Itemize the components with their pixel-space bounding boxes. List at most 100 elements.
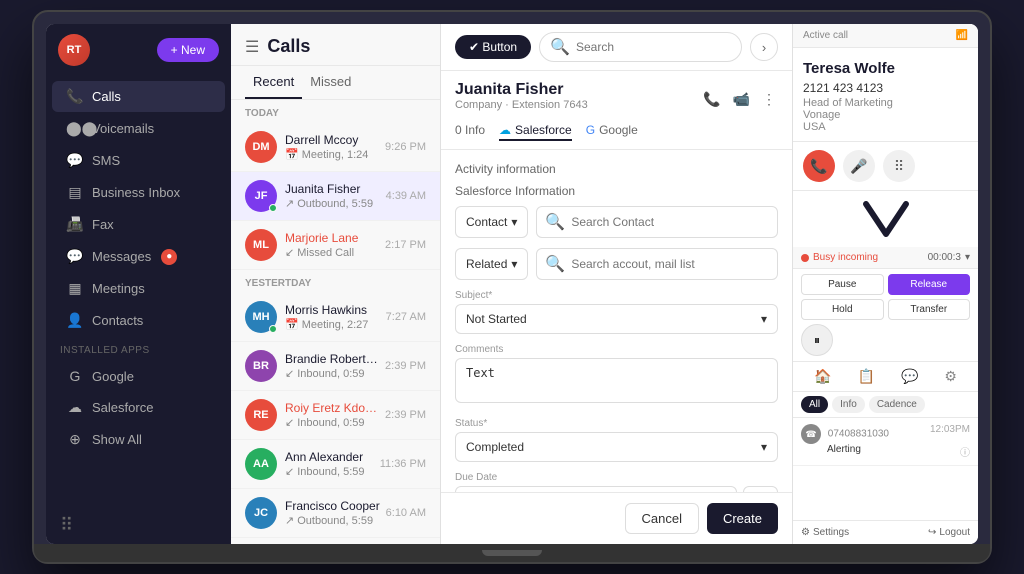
call-item[interactable]: JF Juanita Fisher ↗Outbound, 5:59 4:39 A… bbox=[231, 172, 440, 221]
installed-apps-label: INSTALLED APPS bbox=[46, 337, 231, 360]
call-item[interactable]: AA Ann Alexander ↙Inbound, 5:59 11:36 PM bbox=[231, 440, 440, 489]
call-info: Roiy Eretz Kdosha ↙Inbound, 0:59 bbox=[285, 401, 381, 429]
sidebar-item-messages[interactable]: 💬 Messages ● bbox=[52, 241, 225, 272]
call-item[interactable]: ML Marjorie Lane ↙Missed Call 2:17 PM bbox=[231, 221, 440, 270]
calls-panel: ☰ Calls Recent Missed TODAY DM Darrell M… bbox=[231, 24, 441, 544]
sidebar-item-voicemails[interactable]: ⬤⬤ Voicemails bbox=[52, 113, 225, 144]
release-btn[interactable]: Release bbox=[888, 274, 971, 295]
new-button[interactable]: + New bbox=[157, 38, 219, 62]
vonage-logo bbox=[793, 191, 978, 247]
pause-icon-btn[interactable]: ⏸ bbox=[801, 324, 833, 356]
related-select-btn[interactable]: Related ▾ bbox=[455, 248, 528, 280]
sidebar-item-meetings[interactable]: ▦ Meetings bbox=[52, 273, 225, 304]
search-input[interactable] bbox=[576, 40, 731, 54]
search-bar: 🔍 bbox=[539, 32, 742, 62]
teresa-country: USA bbox=[803, 121, 968, 133]
tab-google[interactable]: G Google bbox=[586, 121, 638, 141]
call-time: 11:36 PM bbox=[380, 458, 426, 470]
subject-value: Not Started bbox=[466, 312, 527, 326]
button-btn[interactable]: ✔ Button bbox=[455, 35, 531, 59]
comments-textarea[interactable]: Text bbox=[455, 358, 778, 403]
call-avatar: RE bbox=[245, 399, 277, 431]
activity-icon[interactable]: 📋 bbox=[857, 368, 874, 385]
settings-footer-icon: ⚙ bbox=[801, 527, 810, 538]
due-date-label: Due Date bbox=[455, 472, 778, 483]
call-item[interactable]: JC Francisco Cooper ↗Outbound, 5:59 6:10… bbox=[231, 538, 440, 544]
call-item[interactable]: JC Francisco Cooper ↗Outbound, 5:59 6:10… bbox=[231, 489, 440, 538]
contact-select-btn[interactable]: Contact ▾ bbox=[455, 206, 528, 238]
detail-panel: ✔ Button 🔍 › Juanita Fisher Company · Ex… bbox=[441, 24, 793, 544]
call-item[interactable]: BR Brandie Robertson ↙Inbound, 0:59 2:39… bbox=[231, 342, 440, 391]
home-icon[interactable]: 🏠 bbox=[814, 368, 831, 385]
status-select[interactable]: Completed ▾ bbox=[455, 432, 778, 462]
contact-select: Contact ▾ bbox=[455, 206, 528, 238]
phone-action-btn[interactable]: 📞 bbox=[701, 89, 722, 110]
detail-actions: 📞 📹 ⋮ bbox=[701, 89, 778, 110]
dialpad-icon[interactable]: ⠿ bbox=[60, 515, 217, 536]
logout-btn[interactable]: ↪ Logout bbox=[928, 527, 970, 538]
call-name: Darrell Mccoy bbox=[285, 133, 381, 147]
info-icon[interactable]: ⓘ bbox=[960, 444, 970, 459]
circle-arrow-btn[interactable]: › bbox=[750, 33, 778, 61]
sidebar-item-google[interactable]: G Google bbox=[52, 361, 225, 391]
inbox-icon: ▤ bbox=[66, 184, 84, 201]
sidebar-item-show-all[interactable]: ⊕ Show All bbox=[52, 424, 225, 455]
search-icon: 🔍 bbox=[545, 212, 565, 232]
mute-btn[interactable]: 🎤 bbox=[843, 150, 875, 182]
call-avatar: DM bbox=[245, 131, 277, 163]
sidebar-item-label: Salesforce bbox=[92, 400, 153, 415]
call-detail: 📅Meeting, 1:24 bbox=[285, 148, 381, 161]
show-all-icon: ⊕ bbox=[66, 431, 84, 448]
search-icon: 🔍 bbox=[545, 254, 565, 274]
related-select: Related ▾ bbox=[455, 248, 528, 280]
hold-btn[interactable]: Hold bbox=[801, 299, 884, 320]
call-detail: ↙Inbound, 5:59 bbox=[285, 465, 376, 478]
tab-salesforce[interactable]: ☁ Salesforce bbox=[499, 121, 572, 141]
tab-info[interactable]: 0 Info bbox=[455, 121, 485, 141]
call-avatar: BR bbox=[245, 350, 277, 382]
video-action-btn[interactable]: 📹 bbox=[731, 89, 752, 110]
settings-icon[interactable]: ⚙ bbox=[944, 368, 957, 385]
tab-cadence[interactable]: Cadence bbox=[869, 396, 925, 413]
call-avatar: JC bbox=[245, 497, 277, 529]
detail-tabs: 0 Info ☁ Salesforce G Google bbox=[455, 121, 778, 141]
call-info: Brandie Robertson ↙Inbound, 0:59 bbox=[285, 352, 381, 380]
hamburger-icon[interactable]: ☰ bbox=[245, 37, 259, 57]
settings-btn[interactable]: ⚙ Settings bbox=[801, 527, 849, 538]
pause-btn[interactable]: Pause bbox=[801, 274, 884, 295]
sidebar-item-contacts[interactable]: 👤 Contacts bbox=[52, 305, 225, 336]
meetings-icon: ▦ bbox=[66, 280, 84, 297]
salesforce-info-label: Salesforce Information bbox=[455, 184, 778, 198]
call-item[interactable]: DM Darrell Mccoy 📅Meeting, 1:24 9:26 PM bbox=[231, 123, 440, 172]
salesforce-tab-label: Salesforce bbox=[515, 123, 572, 137]
sidebar-item-business-inbox[interactable]: ▤ Business Inbox bbox=[52, 177, 225, 208]
related-input[interactable] bbox=[571, 257, 769, 271]
call-avatar: ML bbox=[245, 229, 277, 261]
call-time: 6:10 AM bbox=[386, 507, 426, 519]
end-call-btn[interactable]: 📞 bbox=[803, 150, 835, 182]
call-list: TODAY DM Darrell Mccoy 📅Meeting, 1:24 9:… bbox=[231, 100, 440, 544]
transfer-btn[interactable]: Transfer bbox=[888, 299, 971, 320]
chat-icon[interactable]: 💬 bbox=[901, 368, 918, 385]
call-item[interactable]: MH Morris Hawkins 📅Meeting, 2:27 7:27 AM bbox=[231, 293, 440, 342]
communication-with-input[interactable] bbox=[571, 215, 769, 229]
sidebar-item-fax[interactable]: 📠 Fax bbox=[52, 209, 225, 240]
create-button[interactable]: Create bbox=[707, 503, 778, 534]
contacts-icon: 👤 bbox=[66, 312, 84, 329]
call-time: 2:39 PM bbox=[385, 409, 426, 421]
call-item[interactable]: RE Roiy Eretz Kdosha ↙Inbound, 0:59 2:39… bbox=[231, 391, 440, 440]
subject-select[interactable]: Not Started ▾ bbox=[455, 304, 778, 334]
teresa-role: Head of Marketing bbox=[803, 97, 968, 109]
tab-missed[interactable]: Missed bbox=[302, 66, 359, 99]
sidebar-item-salesforce[interactable]: ☁ Salesforce bbox=[52, 392, 225, 423]
sidebar-item-sms[interactable]: 💬 SMS bbox=[52, 145, 225, 176]
tab-recent[interactable]: Recent bbox=[245, 66, 302, 99]
tab-info[interactable]: Info bbox=[832, 396, 865, 413]
related-btn-label: Related bbox=[466, 257, 507, 271]
cancel-button[interactable]: Cancel bbox=[625, 503, 699, 534]
keypad-btn[interactable]: ⠿ bbox=[883, 150, 915, 182]
sidebar-item-calls[interactable]: 📞 Calls bbox=[52, 81, 225, 112]
more-action-btn[interactable]: ⋮ bbox=[760, 89, 778, 110]
tab-all[interactable]: All bbox=[801, 396, 828, 413]
messages-icon: 💬 bbox=[66, 248, 84, 265]
